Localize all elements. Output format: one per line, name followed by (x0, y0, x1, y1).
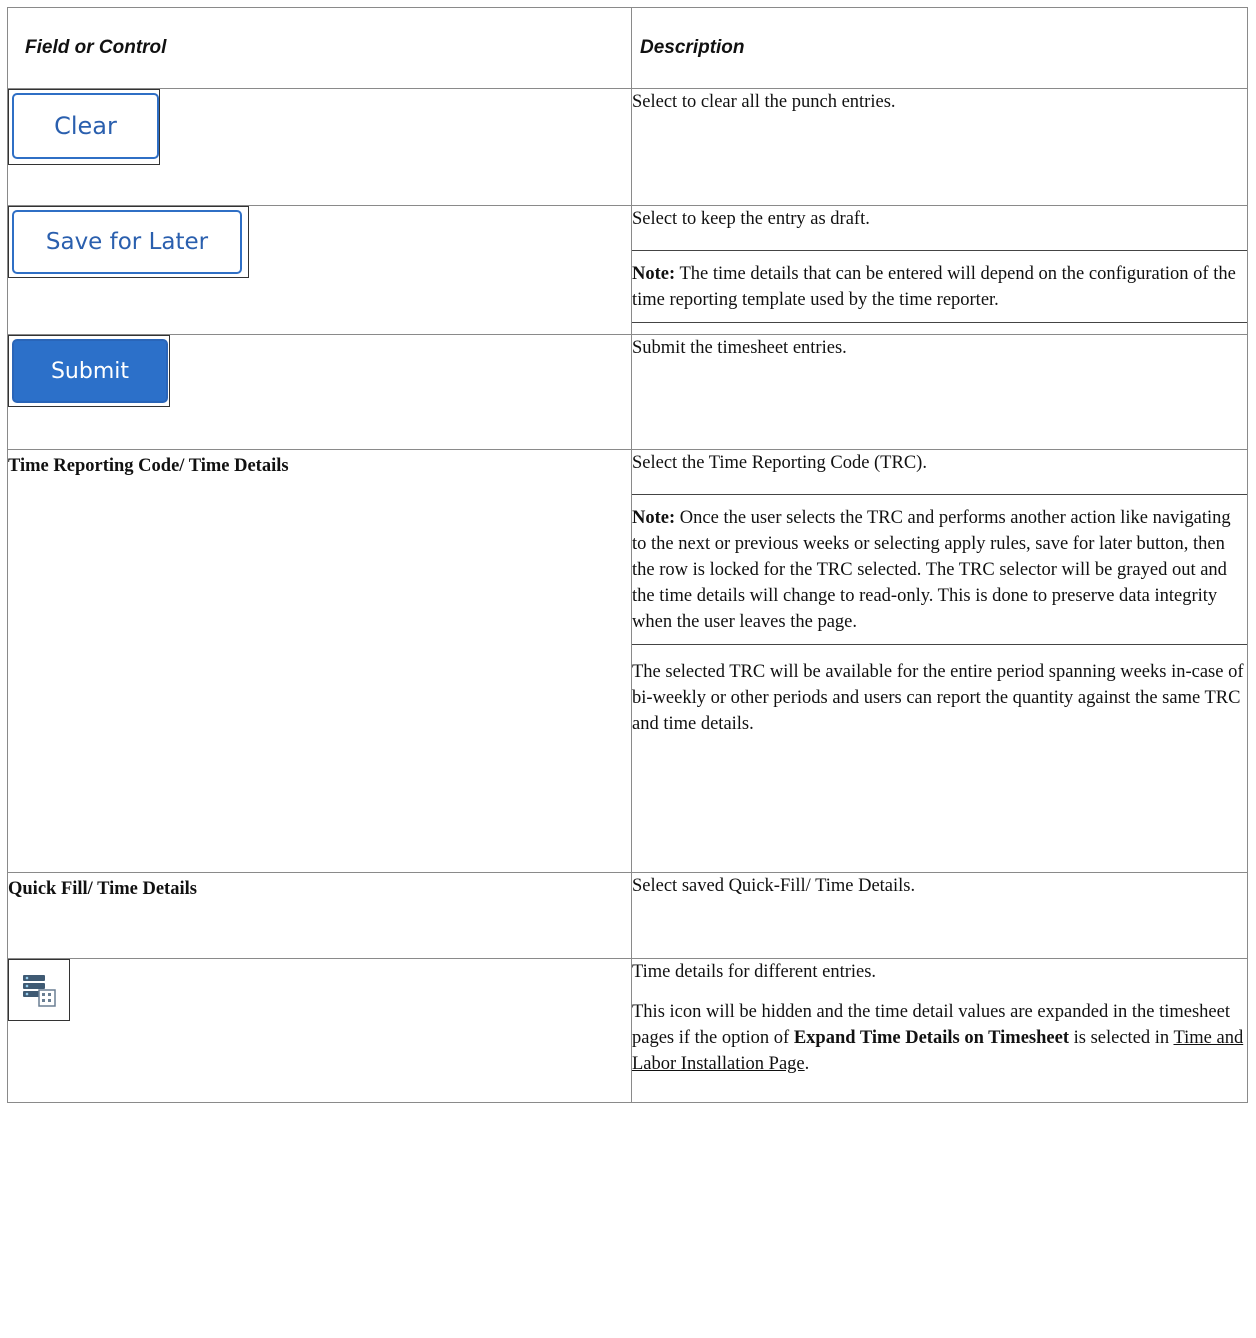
table-row: Quick Fill/ Time Details Select saved Qu… (7, 872, 1248, 959)
time-details-icon-graphic (23, 975, 56, 1007)
table-row: Time details for different entries. This… (7, 958, 1248, 1103)
table-row: Time Reporting Code/ Time Details Select… (7, 449, 1248, 873)
save-for-later-button[interactable]: Save for Later (12, 210, 242, 274)
time-details-icon[interactable] (8, 959, 70, 1021)
field-description-table: Field or Control Description Clear Selec… (7, 7, 1248, 1103)
note-label: Note: (632, 264, 676, 284)
note-text: The time details that can be entered wil… (632, 264, 1236, 310)
table-header-row: Field or Control Description (7, 7, 1248, 89)
submit-button-image: Submit (8, 335, 170, 407)
table-row: Submit Submit the timesheet entries. (7, 334, 1248, 450)
note-label: Note: (632, 508, 676, 528)
header-field-or-control: Field or Control (7, 7, 632, 89)
clear-button[interactable]: Clear (12, 93, 159, 159)
note-text: Once the user selects the TRC and perfor… (632, 508, 1231, 632)
table-row: Save for Later Select to keep the entry … (7, 205, 1248, 335)
clear-button-image: Clear (8, 89, 160, 165)
option-name: Expand Time Details on Timesheet (793, 1028, 1069, 1048)
quick-fill-description: Select saved Quick-Fill/ Time Details. (632, 876, 916, 896)
save-note: Note: The time details that can be enter… (632, 250, 1247, 323)
submit-description: Submit the timesheet entries. (632, 338, 847, 358)
save-description: Select to keep the entry as draft. (632, 209, 870, 229)
save-for-later-button-image: Save for Later (8, 206, 249, 278)
header-description: Description (631, 7, 1248, 89)
trc-note: Note: Once the user selects the TRC and … (632, 494, 1247, 645)
trc-field-name: Time Reporting Code/ Time Details (8, 456, 289, 476)
time-details-paragraph: This icon will be hidden and the time de… (632, 999, 1247, 1077)
table-row: Clear Select to clear all the punch entr… (7, 88, 1248, 206)
submit-button[interactable]: Submit (12, 339, 168, 403)
trc-availability-text: The selected TRC will be available for t… (632, 662, 1244, 734)
time-details-description: Time details for different entries. (632, 962, 877, 982)
clear-description: Select to clear all the punch entries. (632, 92, 896, 112)
para-text: is selected in (1069, 1028, 1174, 1048)
quick-fill-field-name: Quick Fill/ Time Details (8, 879, 197, 899)
trc-description: Select the Time Reporting Code (TRC). (632, 453, 927, 473)
para-text: . (804, 1054, 810, 1074)
